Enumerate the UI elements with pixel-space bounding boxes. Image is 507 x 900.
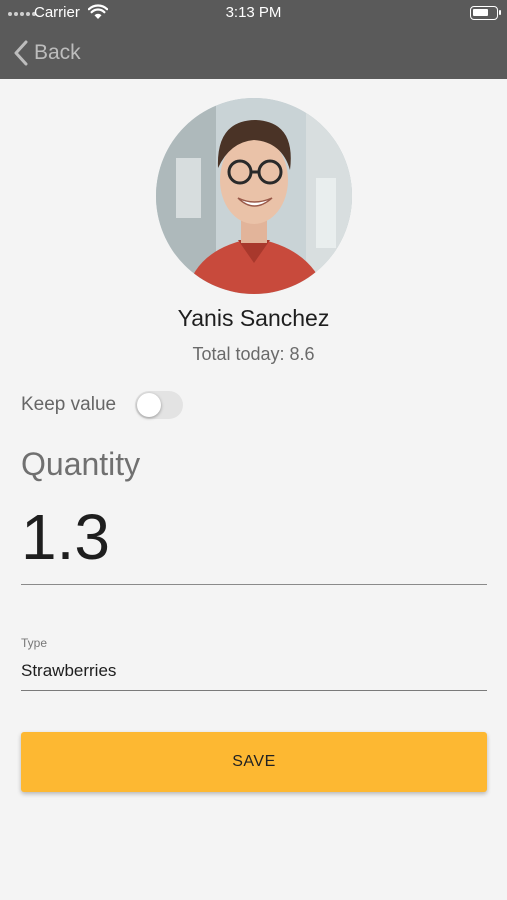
type-label: Type: [21, 636, 48, 650]
top-bar: Carrier 3:13 PM Back: [0, 0, 507, 79]
avatar: [156, 98, 352, 294]
keep-value-row: Keep value: [21, 389, 183, 421]
type-select[interactable]: Strawberries: [21, 656, 487, 691]
toggle-knob: [137, 393, 161, 417]
back-label: Back: [34, 41, 81, 64]
quantity-input[interactable]: 1.3: [21, 497, 487, 585]
back-button[interactable]: Back: [14, 37, 81, 69]
clock: 3:13 PM: [225, 4, 282, 21]
total-today: Total today: 8.6: [192, 344, 315, 364]
quantity-label: Quantity: [21, 446, 141, 482]
status-bar: Carrier 3:13 PM: [0, 0, 507, 26]
chevron-left-icon: [14, 40, 28, 66]
user-name: Yanis Sanchez: [177, 305, 330, 331]
keep-value-label: Keep value: [21, 394, 117, 415]
battery-icon: [470, 6, 501, 20]
save-button[interactable]: SAVE: [21, 732, 487, 792]
keep-value-toggle[interactable]: [135, 391, 183, 419]
